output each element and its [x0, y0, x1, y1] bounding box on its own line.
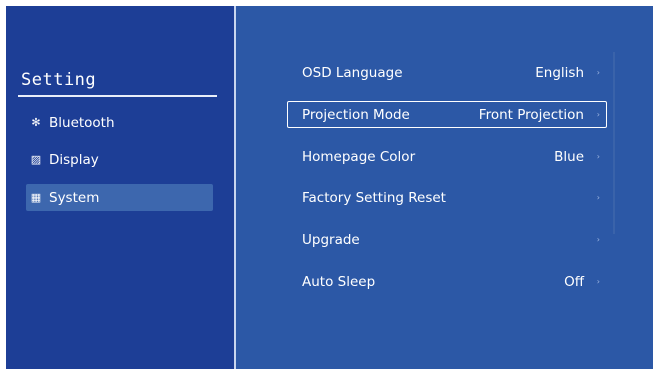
sidebar-item-label: System [49, 189, 100, 206]
display-icon: ▨ [30, 153, 42, 166]
chevron-right-icon: › [596, 277, 600, 286]
menu-item-label: Projection Mode [302, 106, 410, 123]
menu-item-value: Blue [554, 148, 584, 165]
sidebar-title-underline [18, 95, 217, 97]
sidebar-item-bluetooth[interactable]: ✻ Bluetooth [26, 109, 213, 136]
sidebar-item-label: Bluetooth [49, 114, 115, 131]
menu-item-label: Homepage Color [302, 148, 416, 165]
sidebar-item-label: Display [49, 151, 99, 168]
system-icon: ▦ [30, 191, 42, 204]
menu-item-projection-mode[interactable]: Projection Mode Front Projection › [287, 101, 607, 128]
panel-divider [234, 6, 236, 369]
bluetooth-icon: ✻ [31, 116, 41, 129]
sidebar-item-display[interactable]: ▨ Display [26, 146, 213, 173]
sidebar-item-system[interactable]: ▦ System [26, 184, 213, 211]
chevron-right-icon: › [596, 193, 600, 202]
settings-screen: Setting ✻ Bluetooth ▨ Display ▦ System O… [6, 6, 653, 369]
menu-item-osd-language[interactable]: OSD Language English › [287, 59, 607, 86]
menu-item-upgrade[interactable]: Upgrade › [287, 226, 607, 253]
menu-item-value: Off [564, 273, 584, 290]
menu-item-label: Factory Setting Reset [302, 189, 446, 206]
menu-item-value: English [535, 64, 584, 81]
chevron-right-icon: › [596, 110, 600, 119]
chevron-right-icon: › [596, 235, 600, 244]
scrollbar-track[interactable] [613, 52, 615, 234]
menu-item-label: OSD Language [302, 64, 403, 81]
chevron-right-icon: › [596, 68, 600, 77]
menu-item-auto-sleep[interactable]: Auto Sleep Off › [287, 268, 607, 295]
sidebar-title: Setting [21, 70, 97, 90]
menu-item-label: Auto Sleep [302, 273, 376, 290]
chevron-right-icon: › [596, 152, 600, 161]
menu-item-homepage-color[interactable]: Homepage Color Blue › [287, 143, 607, 170]
menu-item-label: Upgrade [302, 231, 360, 248]
sidebar: Setting ✻ Bluetooth ▨ Display ▦ System [6, 6, 234, 369]
menu-item-value: Front Projection [478, 106, 584, 123]
menu-item-factory-setting-reset[interactable]: Factory Setting Reset › [287, 184, 607, 211]
